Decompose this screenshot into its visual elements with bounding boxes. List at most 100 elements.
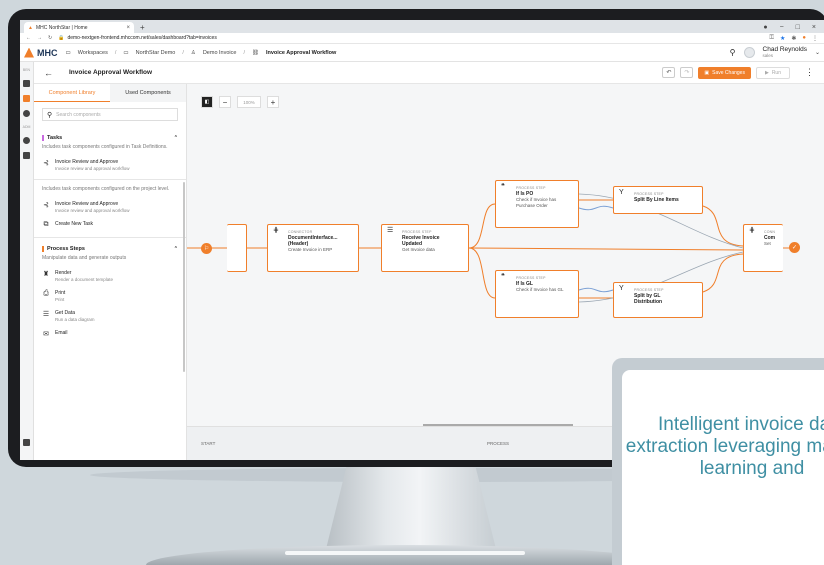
list-item[interactable]: ⊰ Invoice Review and Approve Invoice rev… xyxy=(42,201,178,213)
breadcrumb-current: Invoice Approval Workflow xyxy=(265,49,337,56)
person-icon: ♙ xyxy=(190,49,196,56)
if-is-gl-node[interactable]: ❝ PROCESS STEP If Is GL Check if Invoice… xyxy=(495,270,579,318)
task-icon: ⊰ xyxy=(43,160,49,167)
window-controls: ● − □ × xyxy=(763,22,824,33)
briefcase-icon[interactable] xyxy=(23,152,30,159)
chevron-up-icon[interactable]: ⌃ xyxy=(174,246,178,252)
breadcrumb-separator: / xyxy=(182,49,184,56)
split-line-items-node[interactable]: Y PROCESS STEP Split By Line Items xyxy=(613,186,703,214)
list-item[interactable]: ✉ Email xyxy=(42,330,178,338)
monitor-icon: ▭ xyxy=(65,49,71,56)
node-desc: Set xyxy=(764,241,771,246)
quote-icon: ❝ xyxy=(501,273,505,280)
star-icon[interactable]: ★ xyxy=(780,35,785,42)
browser-tab[interactable]: ▲ MHC NorthStar | Home × xyxy=(24,22,134,33)
user-menu[interactable]: Chad Reynolds sales xyxy=(763,46,807,59)
breadcrumb-project[interactable]: NorthStar Demo xyxy=(136,50,176,56)
save-button[interactable]: ▣ Save Changes xyxy=(698,66,751,79)
quote-icon: ❝ xyxy=(501,183,505,190)
dashboard-icon[interactable] xyxy=(23,80,30,87)
list-item[interactable]: ⊰ Invoice Review and Approve Invoice rev… xyxy=(42,159,178,171)
back-arrow-icon[interactable]: ← xyxy=(44,68,53,78)
profile-dot-icon[interactable]: ● xyxy=(763,22,767,33)
logo-text: MHC xyxy=(37,47,58,58)
connector-icon: ⋕ xyxy=(273,227,279,234)
folder-icon: ▭ xyxy=(123,49,129,56)
connector-line xyxy=(468,203,496,249)
run-label: Run xyxy=(771,69,781,76)
end-node-icon[interactable]: ✓ xyxy=(789,242,800,253)
item-sub: Print xyxy=(55,297,65,302)
canvas-scrollbar[interactable] xyxy=(423,424,573,426)
list-item[interactable]: ☰ Get Data Run a data diagram xyxy=(42,310,178,322)
task-icon: ⊰ xyxy=(43,202,49,209)
tab-used-components[interactable]: Used Components xyxy=(110,84,186,102)
connector-line xyxy=(578,287,614,293)
key-icon[interactable]: ⚿ xyxy=(769,35,774,42)
play-icon: ▶ xyxy=(764,69,769,76)
new-tab-button[interactable]: + xyxy=(140,22,145,33)
close-window-button[interactable]: × xyxy=(812,22,816,33)
list-item[interactable]: ⎙ Print Print xyxy=(42,290,178,302)
tab-component-library[interactable]: Component Library xyxy=(34,84,110,102)
item-title: Get Data xyxy=(55,310,76,316)
folder-nav-icon[interactable] xyxy=(23,95,30,102)
forward-icon[interactable]: → xyxy=(37,35,42,41)
section-tasks[interactable]: Tasks ⌃ xyxy=(42,135,178,141)
connector-line xyxy=(468,247,744,251)
connector-node[interactable]: ⋕ CONNECTOR DocumentInterface... (Header… xyxy=(267,224,359,272)
search-icon[interactable]: ⚲ xyxy=(730,48,736,57)
breadcrumb-invoice[interactable]: Demo Invoice xyxy=(203,50,237,56)
collapse-icon[interactable] xyxy=(23,439,30,446)
check-circle-icon[interactable] xyxy=(23,110,30,117)
profile-icon[interactable]: ● xyxy=(802,35,806,42)
rail-label-ben: BEN xyxy=(22,68,31,72)
undo-button[interactable]: ↶ xyxy=(662,67,676,78)
workflow-header: ← Invoice Approval Workflow ↶ ↷ ▣ Save C… xyxy=(34,62,824,84)
reload-icon[interactable]: ↻ xyxy=(48,35,52,41)
chevron-down-icon[interactable]: ⌄ xyxy=(815,49,820,56)
list-item[interactable]: ♜ Render Render a document template xyxy=(42,270,178,282)
complete-node[interactable]: ⋕ CONN Com Set xyxy=(743,224,783,272)
minimize-button[interactable]: − xyxy=(780,22,784,33)
component-library: Component Library Used Components ⚲ Sear… xyxy=(34,84,187,460)
section-title: Tasks xyxy=(47,135,63,141)
chevron-up-icon[interactable]: ⌃ xyxy=(174,135,178,141)
if-is-po-node[interactable]: ❝ PROCESS STEP If Is PO Check if Invoice… xyxy=(495,180,579,228)
more-icon[interactable]: ⋮ xyxy=(805,67,814,78)
receive-invoice-node[interactable]: ☰ PROCESS STEP Receive Invoice Updated G… xyxy=(381,224,469,272)
item-sub: Invoice review and approval workflow xyxy=(55,166,130,171)
avatar[interactable] xyxy=(743,47,755,58)
redo-button[interactable]: ↷ xyxy=(680,67,694,78)
users-icon[interactable] xyxy=(23,137,30,144)
render-icon: ♜ xyxy=(42,271,50,278)
item-title: Create New Task xyxy=(55,221,93,227)
maximize-button[interactable]: □ xyxy=(796,22,800,33)
start-node[interactable]: ⚐ xyxy=(201,243,212,254)
run-button[interactable]: ▶ Run xyxy=(755,66,790,79)
puzzle-icon[interactable]: ✱ xyxy=(791,35,796,42)
divider xyxy=(34,237,186,238)
monitor-base-highlight xyxy=(285,551,525,555)
connector-icon: ⋕ xyxy=(749,227,755,234)
breadcrumb-workspaces[interactable]: Workspaces xyxy=(78,50,108,56)
node-desc: Create Invoice in ERP xyxy=(288,247,333,252)
start-step-node[interactable] xyxy=(227,224,247,272)
breadcrumb-separator: / xyxy=(114,49,117,56)
search-input[interactable]: ⚲ Search components xyxy=(42,108,178,121)
app-logo[interactable]: MHC xyxy=(24,47,58,58)
library-scrollbar[interactable] xyxy=(183,182,185,372)
split-gl-node[interactable]: Y PROCESS STEP Split by GL Distribution xyxy=(613,282,703,318)
section-process-steps[interactable]: Process Steps ⌃ xyxy=(42,246,178,252)
item-title: Print xyxy=(55,290,66,296)
close-icon[interactable]: × xyxy=(126,25,130,31)
menu-icon[interactable]: ⋮ xyxy=(812,35,818,42)
split-icon: Y xyxy=(619,189,624,196)
back-icon[interactable]: ← xyxy=(26,35,31,41)
nav-rail: BEN ADM xyxy=(20,62,34,460)
database-icon: ☰ xyxy=(387,227,394,234)
monitor-base xyxy=(146,545,666,565)
library-tabs: Component Library Used Components xyxy=(34,84,186,102)
create-task-button[interactable]: ⧉ Create New Task xyxy=(42,221,178,229)
url-field[interactable]: 🔒 demo-nextgen-frontend.mhccom.net/sales… xyxy=(58,35,763,41)
